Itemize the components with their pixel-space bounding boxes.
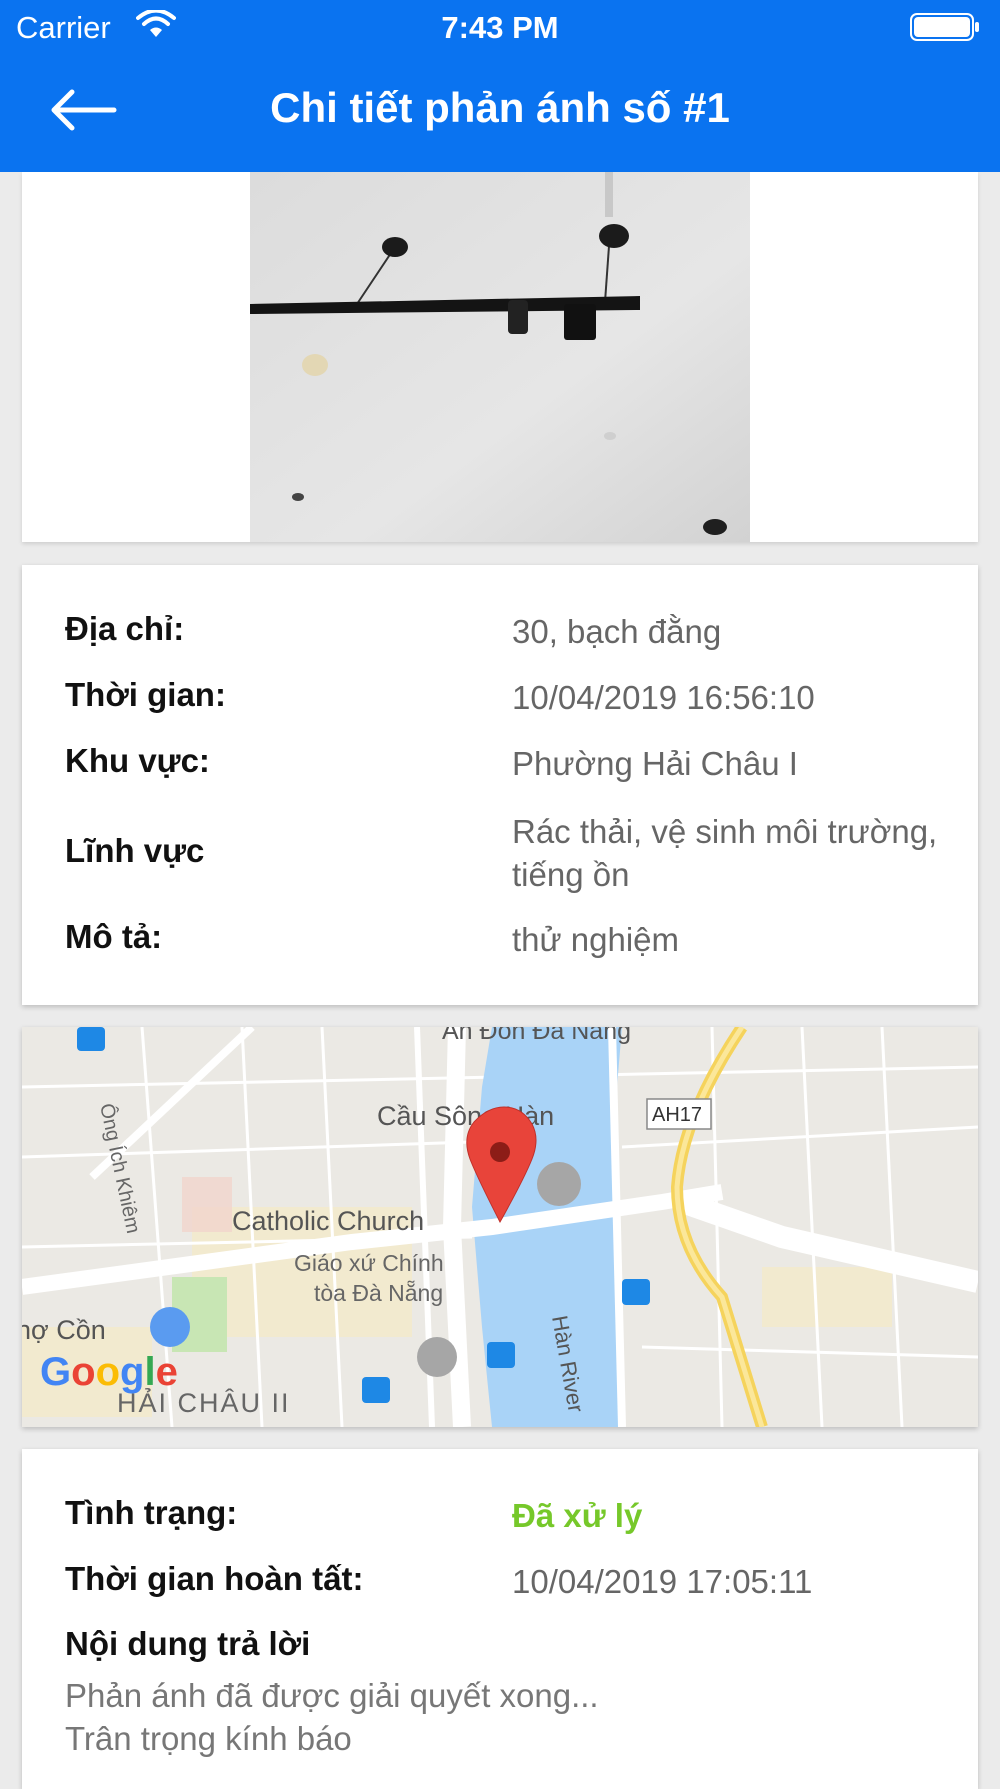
- bridge-poi-icon: [537, 1162, 581, 1206]
- clock: 7:43 PM: [441, 10, 559, 45]
- area-label: Khu vực:: [65, 742, 210, 779]
- address-value: 30, bạch đằng: [512, 613, 722, 650]
- completion-label: Thời gian hoàn tất:: [65, 1560, 364, 1597]
- navigation-bar: Chi tiết phản ánh số #1: [0, 54, 1000, 172]
- reply-text: Phản ánh đã được giải quyết xong... Trân…: [65, 1677, 599, 1757]
- status-bar: Carrier 7:43 PM: [0, 0, 1000, 54]
- field-value: Rác thải, vệ sinh môi trường, tiếng ồn: [512, 813, 938, 893]
- time-label: Thời gian:: [65, 676, 226, 713]
- field-label: Lĩnh vực: [65, 832, 205, 869]
- reply-title: Nội dung trả lời: [65, 1625, 311, 1662]
- time-value: 10/04/2019 16:56:10: [512, 679, 815, 716]
- map-view[interactable]: An Đồn Đà Nẵng Cầu Sông Hàn AH17 Ông Ích…: [22, 1027, 978, 1427]
- google-logo: Google: [40, 1350, 178, 1394]
- address-label: Địa chỉ:: [65, 610, 185, 647]
- photo-card: [22, 172, 978, 542]
- map-label-parish-line1: Giáo xứ Chính: [294, 1250, 444, 1276]
- description-value: thử nghiệm: [512, 921, 680, 958]
- page-title: Chi tiết phản ánh số #1: [270, 84, 730, 131]
- completion-value: 10/04/2019 17:05:11: [512, 1563, 813, 1600]
- church-poi-icon: [417, 1337, 457, 1377]
- map-label-parish-line2: tòa Đà Nẵng: [314, 1279, 443, 1306]
- status-label: Tình trạng:: [65, 1494, 238, 1531]
- map-label-market: hợ Cồn: [22, 1315, 106, 1345]
- map-label-church: Catholic Church: [232, 1206, 424, 1236]
- map-label-route: AH17: [652, 1104, 702, 1126]
- shopping-poi-icon: [150, 1307, 190, 1347]
- battery-icon: [910, 13, 979, 41]
- area-value: Phường Hải Châu I: [512, 745, 798, 782]
- status-value: Đã xử lý: [512, 1497, 643, 1534]
- details-card: Địa chỉ: 30, bạch đằng Thời gian: 10/04/…: [22, 565, 978, 1005]
- map-label-an-don: An Đồn Đà Nẵng: [442, 1027, 631, 1045]
- description-label: Mô tả:: [65, 918, 163, 955]
- report-photo[interactable]: [250, 172, 750, 542]
- result-card: Tình trạng: Đã xử lý Thời gian hoàn tất:…: [22, 1449, 978, 1789]
